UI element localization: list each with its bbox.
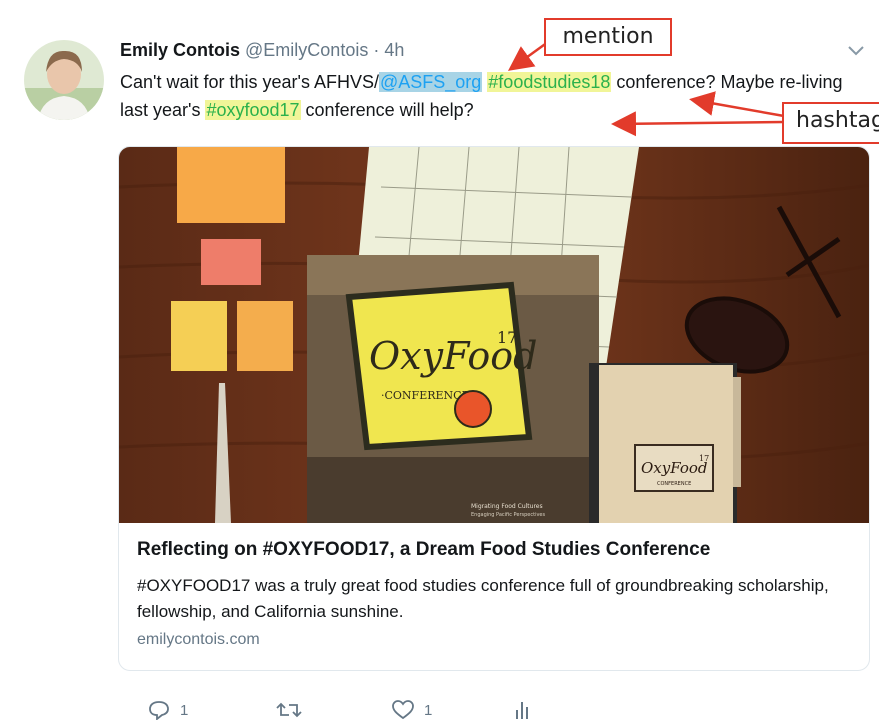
link-card[interactable]: OxyFood 17 ·CONFERENCE· Migrating Food C…	[118, 146, 870, 671]
book-subtitle: Engaging Pacific Perspectives	[471, 512, 545, 518]
annotation-arrows	[507, 40, 785, 137]
hashtag-arrow-1	[689, 91, 785, 118]
like-count: 1	[424, 701, 433, 719]
notebook-superscript: 17	[699, 454, 709, 463]
conference-book: OxyFood 17 ·CONFERENCE· Migrating Food C…	[307, 255, 599, 523]
retweet-button[interactable]	[276, 700, 302, 720]
notebook: OxyFood 17 CONFERENCE	[589, 363, 741, 523]
retweet-icon	[276, 702, 302, 718]
book-title: Migrating Food Cultures	[471, 503, 543, 510]
card-domain[interactable]: emilycontois.com	[137, 631, 260, 649]
notebook-subtitle: CONFERENCE	[657, 481, 691, 487]
reply-button[interactable]: 1	[148, 700, 188, 720]
reply-icon	[149, 701, 169, 720]
hashtag-callout: hashtag	[782, 102, 879, 144]
like-button[interactable]: 1	[392, 700, 432, 720]
sign-superscript: 17	[497, 328, 517, 347]
card-description: #OXYFOOD17 was a truly great food studie…	[137, 576, 829, 621]
reply-count: 1	[180, 701, 189, 719]
mention-callout: mention	[544, 18, 672, 56]
card-image[interactable]: OxyFood 17 ·CONFERENCE· Migrating Food C…	[119, 147, 870, 523]
card-title[interactable]: Reflecting on #OXYFOOD17, a Dream Food S…	[137, 539, 710, 561]
like-icon	[392, 700, 414, 720]
notebook-text: OxyFood	[641, 459, 707, 477]
analytics-icon	[516, 702, 528, 719]
hashtag-arrow-2	[611, 111, 785, 137]
analytics-button[interactable]	[514, 700, 530, 720]
mention-arrow	[507, 40, 549, 71]
